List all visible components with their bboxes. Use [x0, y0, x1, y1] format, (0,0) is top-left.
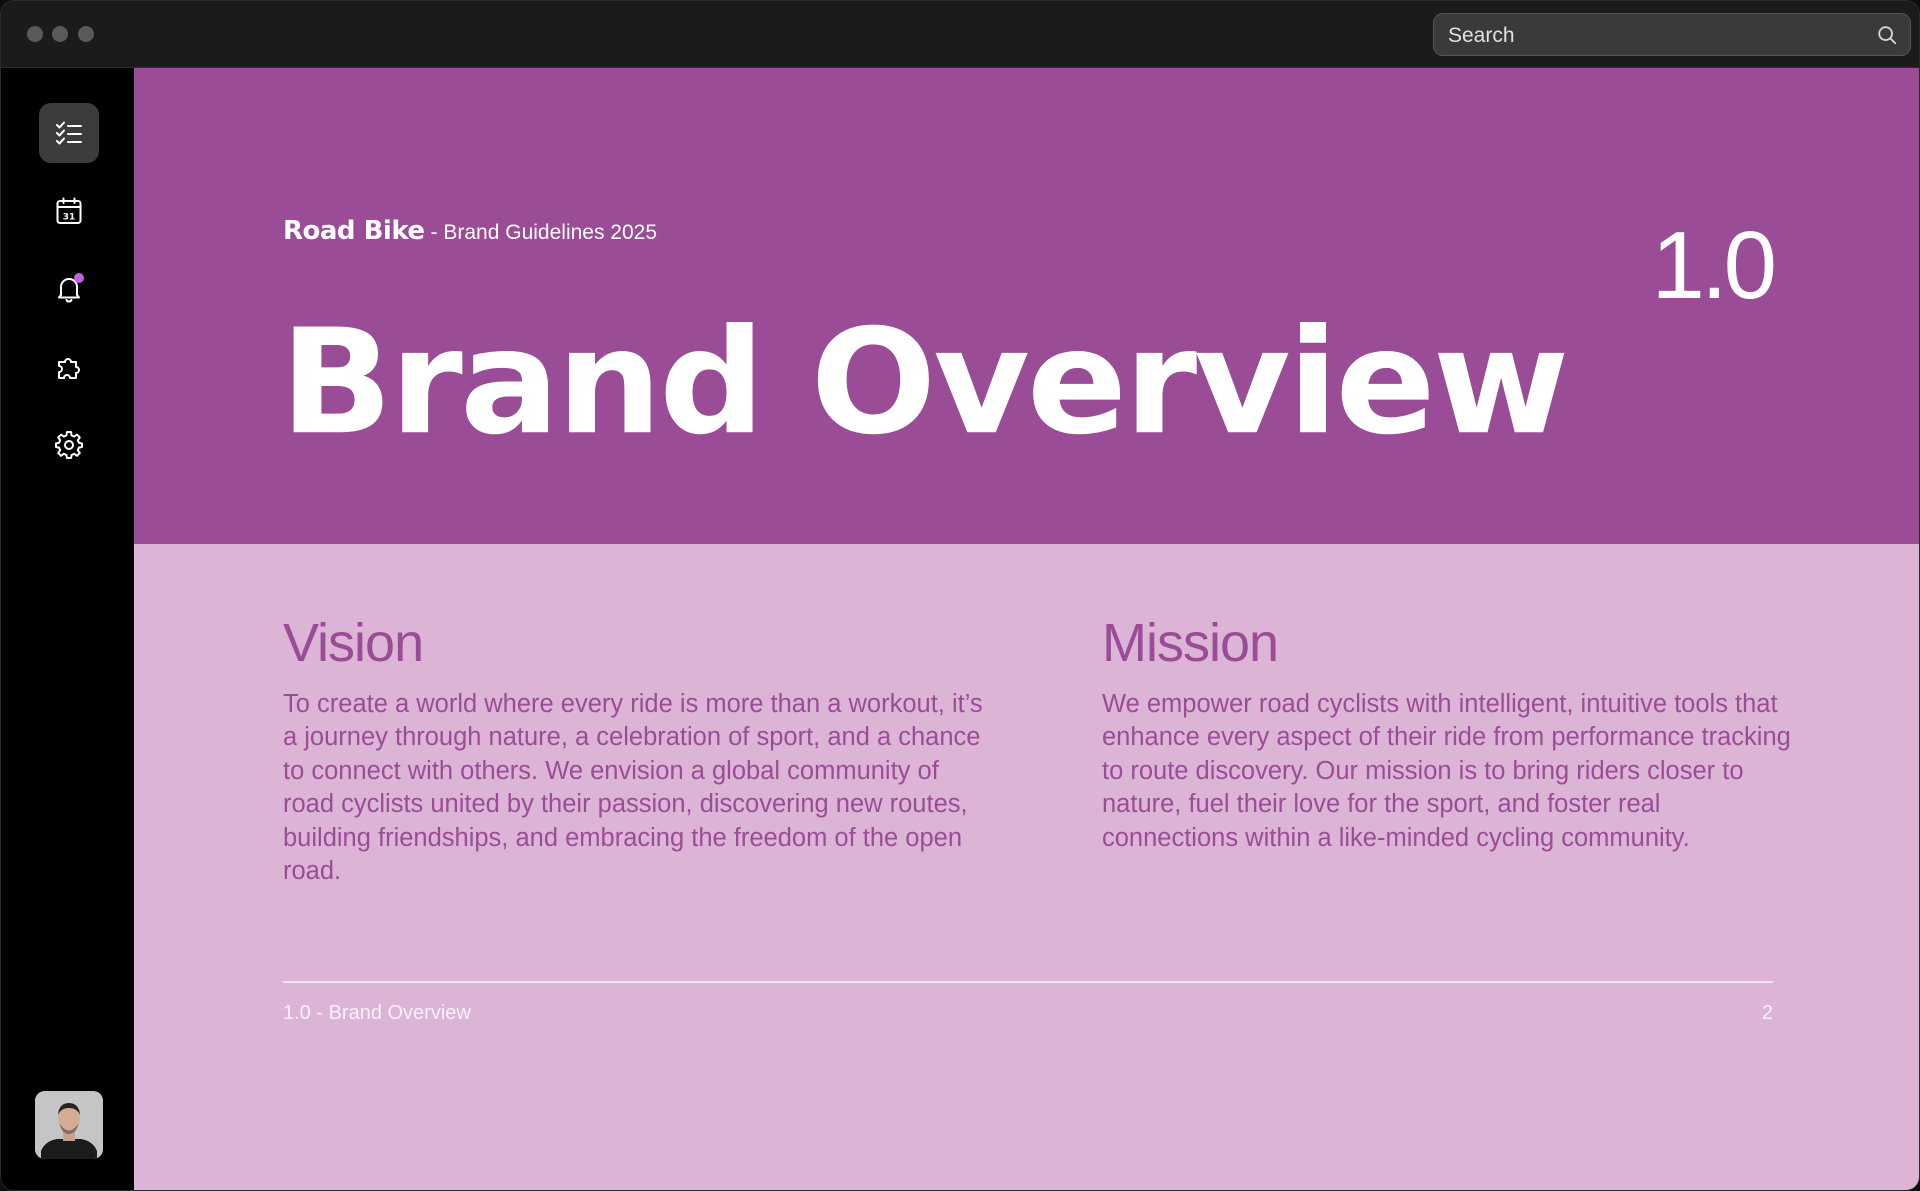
vision-body: To create a world where every ride is mo…: [283, 689, 983, 886]
sidebar-item-calendar[interactable]: 31: [39, 181, 99, 241]
search-placeholder: Search: [1448, 24, 1515, 47]
window-maximize-button[interactable]: [78, 26, 94, 42]
sidebar-item-settings[interactable]: [39, 415, 99, 475]
footer-page-number: 2: [1761, 1002, 1773, 1024]
hero-banner: Road Bike - Brand Guidelines 2025 1.0 Br…: [134, 68, 1919, 544]
checklist-icon: [56, 121, 82, 145]
calendar-day-label: 31: [63, 213, 76, 223]
brand-logo: Road Bike: [283, 216, 425, 246]
section-number: 1.0: [1651, 212, 1777, 319]
user-avatar[interactable]: [35, 1091, 103, 1159]
sidebar-item-extensions[interactable]: [39, 337, 99, 397]
mission-body: We empower road cyclists with intelligen…: [1102, 689, 1791, 852]
mission-heading: Mission: [1102, 613, 1279, 673]
vision-section: Vision To create a world where every rid…: [283, 611, 983, 889]
brand-line: Road Bike - Brand Guidelines 2025: [283, 216, 657, 246]
document-subtitle: - Brand Guidelines 2025: [430, 221, 658, 244]
gear-icon: [55, 431, 83, 459]
app-window: Search 31 Road Bike - Brand Guidelines 2…: [0, 0, 1920, 1191]
window-close-button[interactable]: [27, 26, 43, 42]
title-bar: Search: [1, 1, 1919, 68]
page-title: Brand Overview: [280, 297, 1569, 467]
sidebar-item-tasks[interactable]: [39, 103, 99, 163]
sidebar: 31: [1, 68, 134, 1190]
mission-section: Mission We empower road cyclists with in…: [1102, 611, 1802, 855]
search-icon[interactable]: [1876, 24, 1898, 46]
window-minimize-button[interactable]: [52, 26, 68, 42]
document-page: Road Bike - Brand Guidelines 2025 1.0 Br…: [134, 68, 1919, 1190]
notification-badge: [74, 273, 84, 283]
sidebar-item-notifications[interactable]: [39, 259, 99, 319]
avatar-portrait: [35, 1091, 103, 1159]
puzzle-icon: [58, 358, 80, 379]
calendar-icon: 31: [56, 197, 82, 224]
footer-divider: [283, 981, 1773, 983]
vision-heading: Vision: [283, 613, 424, 673]
footer-section-label: 1.0 - Brand Overview: [283, 1002, 471, 1024]
search-input[interactable]: Search: [1433, 13, 1911, 56]
